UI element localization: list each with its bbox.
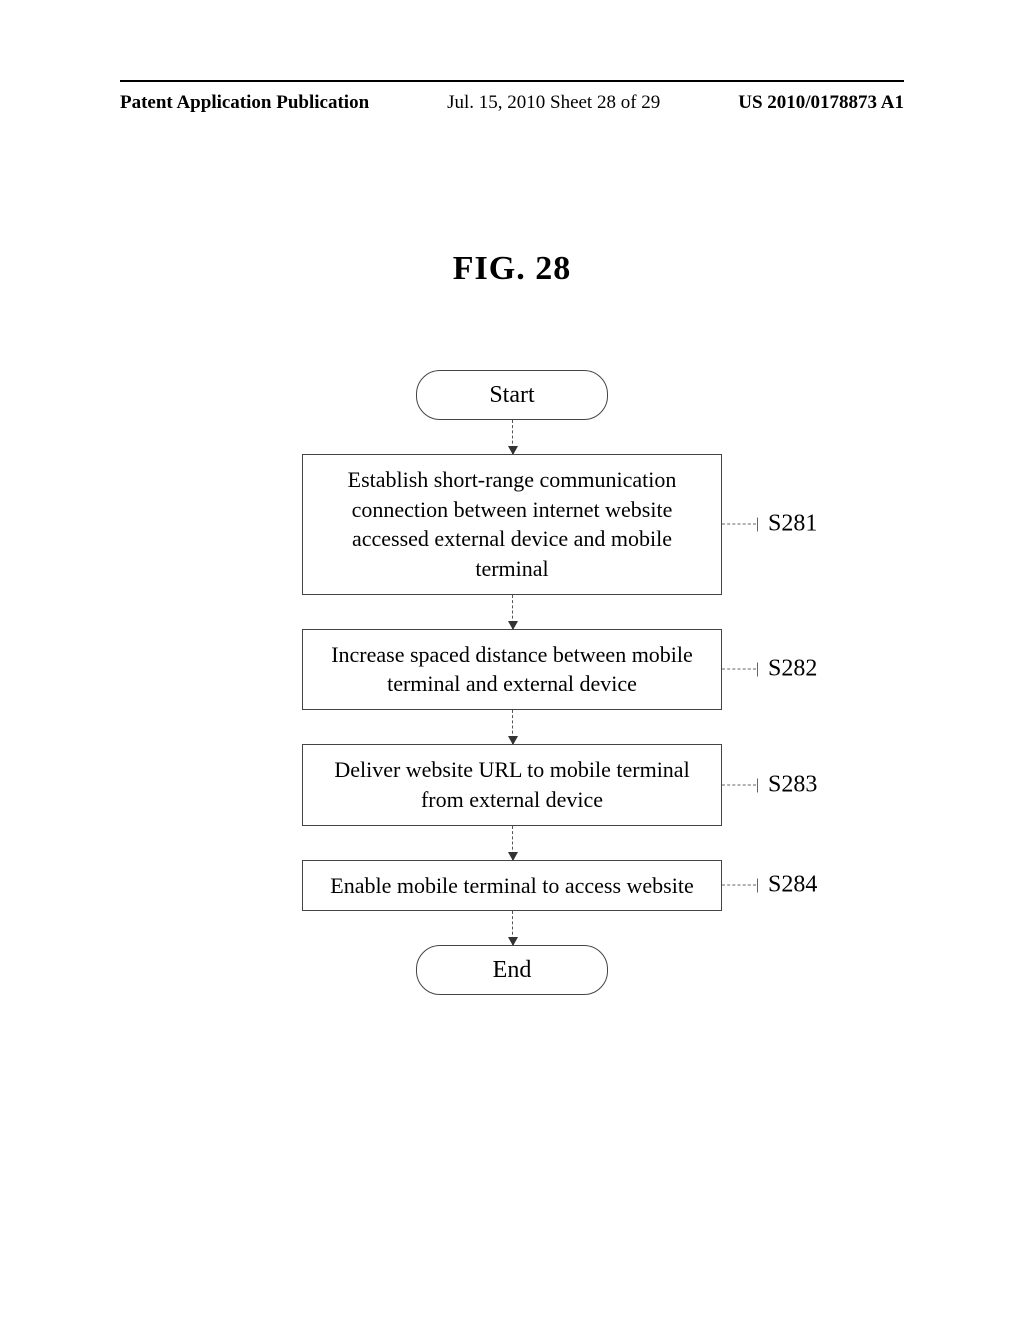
header-center: Jul. 15, 2010 Sheet 28 of 29 [447, 92, 660, 114]
step-leader [722, 524, 756, 525]
flow-step-row: Increase spaced distance between mobile … [302, 629, 722, 710]
flow-arrow [512, 710, 513, 744]
step-leader [722, 669, 756, 670]
step-leader [722, 885, 756, 886]
step-label-s282: S282 [768, 656, 817, 683]
step-label-s284: S284 [768, 872, 817, 899]
flow-arrow [512, 595, 513, 629]
flow-step-s283: Deliver website URL to mobile terminal f… [302, 744, 722, 825]
flow-end: End [416, 945, 608, 995]
flow-step-s282: Increase spaced distance between mobile … [302, 629, 722, 710]
flow-step-row: Enable mobile terminal to access website… [302, 860, 722, 912]
flow-arrow [512, 911, 513, 945]
step-leader [722, 784, 756, 785]
flow-start: Start [416, 370, 608, 420]
flow-step-s281: Establish short-range communication conn… [302, 454, 722, 595]
page: Patent Application Publication Jul. 15, … [0, 0, 1024, 1320]
header-rule [120, 80, 904, 82]
flowchart: Start Establish short-range communicatio… [0, 370, 1024, 995]
page-header: Patent Application Publication Jul. 15, … [120, 92, 904, 114]
header-right: US 2010/0178873 A1 [738, 92, 904, 114]
header-left: Patent Application Publication [120, 92, 369, 114]
flow-step-row: Establish short-range communication conn… [302, 454, 722, 595]
step-label-s283: S283 [768, 771, 817, 798]
flow-step-s284: Enable mobile terminal to access website [302, 860, 722, 912]
step-label-s281: S281 [768, 511, 817, 538]
flow-step-row: Deliver website URL to mobile terminal f… [302, 744, 722, 825]
flow-arrow [512, 420, 513, 454]
flow-arrow [512, 826, 513, 860]
flow-end-row: End [416, 945, 608, 995]
flow-start-row: Start [416, 370, 608, 420]
figure-title: FIG. 28 [0, 250, 1024, 288]
